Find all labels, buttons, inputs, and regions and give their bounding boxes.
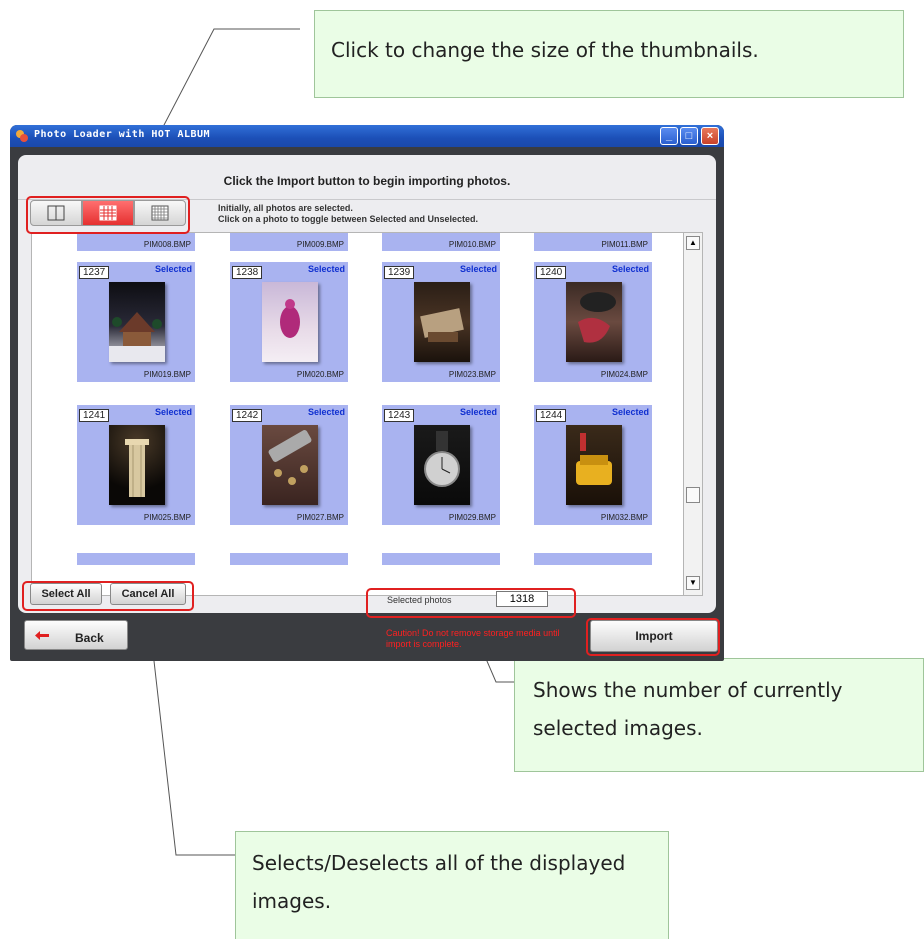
back-label: Back (75, 631, 104, 645)
callout-select-all: Selects/Deselects all of the displayed i… (235, 831, 669, 939)
photo-number: 1244 (536, 409, 567, 422)
thumbnail-cell[interactable]: 1242 Selected PIM027.BMP (230, 405, 348, 525)
thumbnail-cell[interactable]: 1238 Selected PIM020.BMP (230, 262, 348, 382)
photo-number: 1243 (384, 409, 415, 422)
thumbnail-cell[interactable]: PIM009.BMP (230, 233, 348, 251)
file-name: PIM025.BMP (143, 513, 191, 522)
selected-label: Selected (307, 264, 345, 274)
callout-selected-count: Shows the number of currently selected i… (514, 658, 924, 772)
file-name: PIM020.BMP (296, 370, 344, 379)
callout-bottom-text: Selects/Deselects all of the displayed i… (252, 851, 626, 913)
thumbnail-cell[interactable]: 1241 Selected PIM025.BMP (77, 405, 195, 525)
hint-text-1: Initially, all photos are selected. (218, 203, 353, 213)
photo-number: 1242 (232, 409, 263, 422)
photo-thumbnail (566, 282, 622, 362)
file-name: PIM027.BMP (296, 513, 344, 522)
photo-thumbnail (414, 282, 470, 362)
thumbnail-cell[interactable]: 1244 Selected PIM032.BMP (534, 405, 652, 525)
title-bar: Photo Loader with HOT ALBUM _ □ × (10, 125, 724, 147)
photo-thumbnail (109, 282, 165, 362)
selected-label: Selected (154, 264, 192, 274)
photo-number: 1237 (79, 266, 110, 279)
back-arrow-icon (35, 631, 49, 640)
photo-number: 1239 (384, 266, 415, 279)
thumbnail-cell[interactable]: PIM010.BMP (382, 233, 500, 251)
thumbnail-cell[interactable] (77, 553, 195, 565)
photo-thumbnail (109, 425, 165, 505)
photo-thumbnail (566, 425, 622, 505)
thumbnail-cell[interactable]: 1243 Selected PIM029.BMP (382, 405, 500, 525)
file-name: PIM019.BMP (143, 370, 191, 379)
thumbnail-cell[interactable]: PIM008.BMP (77, 233, 195, 251)
maximize-button[interactable]: □ (680, 127, 698, 145)
thumbnail-cell[interactable]: 1240 Selected PIM024.BMP (534, 262, 652, 382)
close-button[interactable]: × (701, 127, 719, 145)
file-name: PIM010.BMP (448, 240, 496, 249)
thumbnail-cell[interactable]: PIM011.BMP (534, 233, 652, 251)
thumbnail-grid: PIM008.BMP PIM009.BMP PIM010.BMP PIM011.… (31, 232, 685, 596)
photo-thumbnail (414, 425, 470, 505)
file-name: PIM009.BMP (296, 240, 344, 249)
highlight-view-buttons (26, 196, 190, 234)
photo-number: 1238 (232, 266, 263, 279)
app-icon (16, 130, 28, 142)
callout-top-text: Click to change the size of the thumbnai… (331, 38, 759, 62)
callout-middle-text: Shows the number of currently selected i… (533, 678, 843, 740)
file-name: PIM023.BMP (448, 370, 496, 379)
selected-label: Selected (611, 407, 649, 417)
scroll-down-button[interactable]: ▼ (686, 576, 700, 590)
window-title: Photo Loader with HOT ALBUM (34, 129, 211, 140)
minimize-button[interactable]: _ (660, 127, 678, 145)
thumbnail-cell[interactable]: 1237 Selected PIM019.BMP (77, 262, 195, 382)
photo-number: 1240 (536, 266, 567, 279)
photo-thumbnail (262, 282, 318, 362)
hint-text-2: Click on a photo to toggle between Selec… (218, 214, 479, 224)
selected-label: Selected (611, 264, 649, 274)
thumbnail-cell[interactable]: 1239 Selected PIM023.BMP (382, 262, 500, 382)
highlight-select-buttons (22, 581, 194, 611)
back-button[interactable]: Back (24, 620, 128, 650)
selected-label: Selected (459, 264, 497, 274)
callout-thumbnail-size: Click to change the size of the thumbnai… (314, 10, 904, 98)
thumbnail-cell[interactable] (534, 553, 652, 565)
selected-label: Selected (154, 407, 192, 417)
file-name: PIM011.BMP (601, 240, 648, 249)
thumbnail-cell[interactable] (230, 553, 348, 565)
app-window: Photo Loader with HOT ALBUM _ □ × Click … (10, 125, 724, 661)
highlight-import (586, 618, 720, 656)
selected-label: Selected (307, 407, 345, 417)
scroll-up-button[interactable]: ▲ (686, 236, 700, 250)
instruction-text: Click the Import button to begin importi… (223, 174, 511, 188)
file-name: PIM032.BMP (600, 513, 648, 522)
file-name: PIM008.BMP (143, 240, 191, 249)
photo-number: 1241 (79, 409, 110, 422)
file-name: PIM029.BMP (448, 513, 496, 522)
selected-label: Selected (459, 407, 497, 417)
photo-thumbnail (262, 425, 318, 505)
file-name: PIM024.BMP (600, 370, 648, 379)
import-warning: Caution! Do not remove storage media unt… (386, 628, 560, 649)
highlight-selected-count (366, 588, 576, 618)
vertical-scrollbar[interactable]: ▲ ▼ (683, 232, 703, 596)
scrollbar-thumb[interactable] (686, 487, 700, 503)
thumbnail-cell[interactable] (382, 553, 500, 565)
